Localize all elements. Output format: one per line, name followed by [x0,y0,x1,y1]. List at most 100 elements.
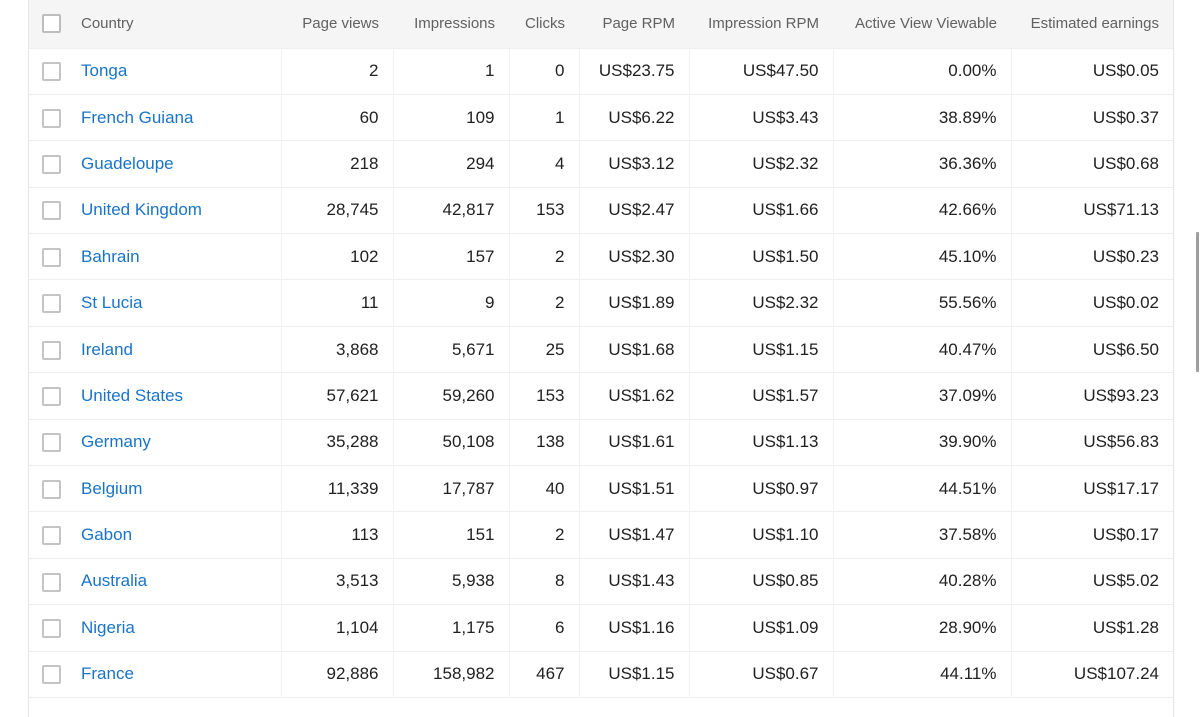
page-views-cell: 113 [281,511,394,559]
page-views-cell: 11,339 [281,465,394,512]
page-views-cell: 2 [281,48,394,95]
clicks-cell: 2 [509,511,580,559]
impression-rpm-cell: US$1.57 [689,372,834,420]
row-select-cell[interactable] [29,280,81,326]
column-header-clicks[interactable]: Clicks [509,0,579,49]
page-rpm-cell: US$1.51 [579,465,690,512]
country-cell[interactable]: Belgium [81,465,282,512]
page-views-cell: 35,288 [281,419,394,466]
impression-rpm-cell: US$0.85 [689,558,834,605]
estimated-earnings-cell: US$0.23 [1092,246,1159,266]
page-rpm-cell: US$23.75 [579,48,690,95]
impressions-cell: 5,671 [393,326,510,373]
row-select-cell[interactable] [29,141,81,187]
row-checkbox[interactable] [42,479,61,499]
row-checkbox[interactable] [42,247,61,267]
table-row[interactable]: Belgium 11,339 17,787 40 US$1.51 US$0.97 44.51… [29,465,1173,512]
active-view-cell: 40.47% [833,326,1012,373]
table-row[interactable]: Bahrain 102 157 2 US$2.30 US$1.50 45.10% US$0.2… [29,233,1173,280]
active-view-cell: 28.90% [833,604,1012,652]
row-checkbox[interactable] [42,340,61,360]
column-header-country[interactable]: Country [81,0,281,49]
country-cell[interactable]: France [81,651,282,698]
table-row[interactable]: St Lucia 11 9 2 US$1.89 US$2.32 55.56% US$0.02 [29,279,1173,327]
page-views-cell: 60 [281,94,394,141]
row-checkbox[interactable] [42,526,61,546]
impressions-cell: 5,938 [393,558,510,605]
row-select-cell[interactable] [29,326,81,372]
table-row[interactable]: United States 57,621 59,260 153 US$1.62 US$1.… [29,372,1173,420]
table-row[interactable]: Guadeloupe 218 294 4 US$3.12 US$2.32 36.36% US$… [29,140,1173,188]
select-all-cell[interactable] [29,0,81,49]
row-select-cell[interactable] [29,187,81,233]
country-cell[interactable]: Ireland [81,326,282,373]
page-views-cell: 92,886 [281,651,394,698]
row-select-cell[interactable] [29,651,81,697]
row-select-cell[interactable] [29,558,81,604]
table-row[interactable]: France 92,886 158,982 467 US$1.15 US$0.67 44.1… [29,651,1173,698]
table-row[interactable]: Australia 3,513 5,938 8 US$1.43 US$0.85 40.28%… [29,558,1173,605]
column-header-active-view-viewable[interactable]: Active View Viewable [833,0,1011,49]
row-checkbox[interactable] [42,386,61,406]
country-cell[interactable]: Guadeloupe [81,140,282,188]
column-header-page-views[interactable]: Page views [281,0,393,49]
column-header-impressions[interactable]: Impressions [393,0,509,49]
country-cell[interactable]: Tonga [81,48,282,95]
country-cell[interactable]: United States [81,372,282,420]
country-cell[interactable]: United Kingdom [81,187,282,234]
page-views-cell: 102 [281,233,394,280]
estimated-earnings-cell: US$6.50 [1092,339,1159,359]
row-select-cell[interactable] [29,466,81,512]
row-select-cell[interactable] [29,48,81,94]
row-checkbox[interactable] [42,572,61,592]
table-row[interactable]: Tonga 2 1 0 US$23.75 US$47.50 0.00% US$0.05 [29,48,1173,95]
scrollbar-thumb[interactable] [1196,232,1199,372]
row-checkbox[interactable] [42,201,61,221]
country-cell[interactable]: Gabon [81,511,282,559]
row-select-cell[interactable] [29,373,81,419]
page-rpm-cell: US$1.43 [579,558,690,605]
country-cell[interactable]: Nigeria [81,604,282,652]
impressions-cell: 9 [393,279,510,327]
estimated-earnings-cell: US$0.05 [1092,61,1159,81]
row-select-cell[interactable] [29,94,81,140]
table-row[interactable]: Germany 35,288 50,108 138 US$1.61 US$1.13 39.9… [29,419,1173,466]
page-rpm-cell: US$1.62 [579,372,690,420]
page-views-cell: 3,513 [281,558,394,605]
column-header-impression-rpm[interactable]: Impression RPM [689,0,833,49]
row-checkbox[interactable] [42,154,61,174]
table-header: Country Page views Impressions Clicks Pa… [29,0,1173,49]
table-row[interactable]: Gabon 113 151 2 US$1.47 US$1.10 37.58% US$0.17 [29,511,1173,559]
table-row[interactable]: Ireland 3,868 5,671 25 US$1.68 US$1.15 40.47% U… [29,326,1173,373]
row-select-cell[interactable] [29,512,81,558]
column-header-page-rpm[interactable]: Page RPM [579,0,689,49]
table-body: Tonga 2 1 0 US$23.75 US$47.50 0.00% US$0.05 Fren… [29,48,1173,698]
table-row[interactable]: French Guiana 60 109 1 US$6.22 US$3.43 38.89% U… [29,94,1173,141]
clicks-cell: 467 [509,651,580,698]
page-rpm-cell: US$1.61 [579,419,690,466]
row-select-cell[interactable] [29,605,81,651]
active-view-cell: 37.58% [833,511,1012,559]
row-checkbox[interactable] [42,294,61,314]
table-row[interactable]: United Kingdom 28,745 42,817 153 US$2.47 US$1… [29,187,1173,234]
column-header-estimated-earnings[interactable]: Estimated earnings [1011,0,1173,49]
row-checkbox[interactable] [42,433,61,453]
row-checkbox[interactable] [42,108,61,128]
country-cell[interactable]: French Guiana [81,94,282,141]
clicks-cell: 2 [509,233,580,280]
select-all-checkbox[interactable] [42,14,61,34]
row-checkbox[interactable] [42,665,61,685]
row-select-cell[interactable] [29,419,81,465]
country-cell[interactable]: Australia [81,558,282,605]
impression-rpm-cell: US$1.66 [689,187,834,234]
country-cell[interactable]: Germany [81,419,282,466]
clicks-cell: 153 [509,372,580,420]
impressions-cell: 294 [393,140,510,188]
impression-rpm-cell: US$1.13 [689,419,834,466]
country-cell[interactable]: Bahrain [81,233,282,280]
table-row[interactable]: Nigeria 1,104 1,175 6 US$1.16 US$1.09 28.90% US… [29,604,1173,652]
row-select-cell[interactable] [29,234,81,280]
row-checkbox[interactable] [42,618,61,638]
row-checkbox[interactable] [42,62,61,82]
country-cell[interactable]: St Lucia [81,279,282,327]
